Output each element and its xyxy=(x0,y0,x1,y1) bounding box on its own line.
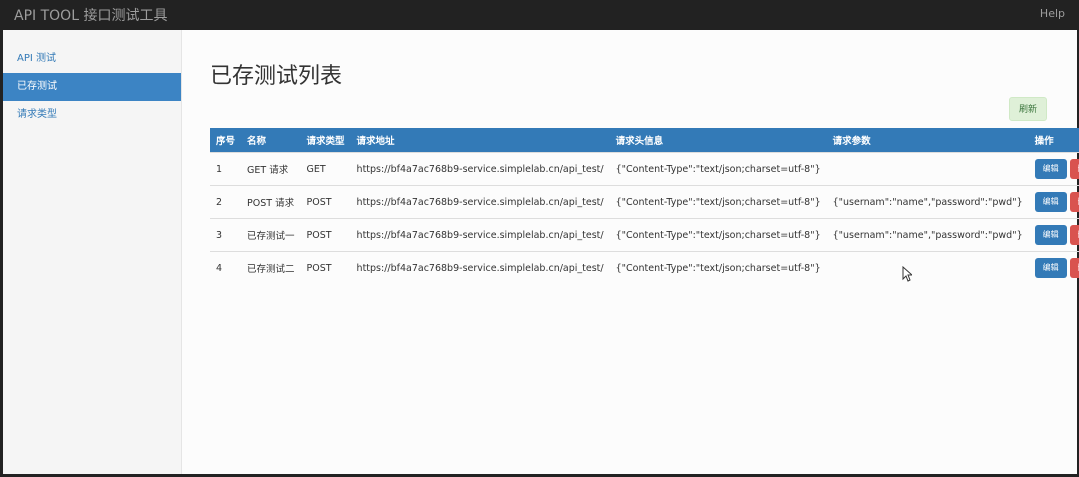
sidebar: API 测试 已存测试 请求类型 xyxy=(3,30,182,474)
col-url-header: 请求地址 xyxy=(350,128,610,153)
row-params: {"usernam":"name","password":"pwd"} xyxy=(826,218,1029,252)
row-name: POST 请求 xyxy=(241,185,301,219)
row-params xyxy=(826,152,1029,186)
row-actions: 编辑删除 xyxy=(1028,185,1079,219)
sidebar-item-api-test[interactable]: API 测试 xyxy=(3,45,181,73)
mouse-cursor-icon xyxy=(902,266,912,282)
col-actions-header: 操作 xyxy=(1028,128,1079,153)
row-url: https://bf4a7ac768b9-service.simplelab.c… xyxy=(350,251,610,285)
row-index: 3 xyxy=(210,218,242,252)
col-name-header: 名称 xyxy=(241,128,301,153)
row-headers: {"Content-Type":"text/json;charset=utf-8… xyxy=(609,251,827,285)
saved-tests-table: 序号 名称 请求类型 请求地址 请求头信息 请求参数 操作 1 GET 请求 G… xyxy=(210,128,1079,285)
col-headers-header: 请求头信息 xyxy=(609,128,827,153)
page-title: 已存测试列表 xyxy=(210,64,343,89)
row-method: POST xyxy=(300,218,351,252)
row-index: 1 xyxy=(210,152,242,186)
table-row: 4 已存测试二 POST https://bf4a7ac768b9-servic… xyxy=(210,251,1079,285)
sidebar-item-saved-tests[interactable]: 已存测试 xyxy=(3,73,181,101)
row-method: POST xyxy=(300,185,351,219)
table-row: 2 POST 请求 POST https://bf4a7ac768b9-serv… xyxy=(210,185,1079,219)
row-method: POST xyxy=(300,251,351,285)
row-params xyxy=(826,251,1029,285)
row-actions: 编辑删除 xyxy=(1028,152,1079,186)
delete-button[interactable]: 删除 xyxy=(1069,225,1079,245)
delete-button[interactable]: 删除 xyxy=(1069,258,1079,279)
delete-button[interactable]: 删除 xyxy=(1069,192,1079,212)
top-navbar: API TOOL 接口测试工具 Help xyxy=(0,0,1079,30)
help-link[interactable]: Help xyxy=(1040,7,1065,20)
edit-button[interactable]: 编辑 xyxy=(1034,159,1067,179)
row-name: GET 请求 xyxy=(241,152,301,186)
row-index: 4 xyxy=(210,251,242,285)
table-row: 3 已存测试一 POST https://bf4a7ac768b9-servic… xyxy=(210,218,1079,252)
table-row: 1 GET 请求 GET https://bf4a7ac768b9-servic… xyxy=(210,152,1079,186)
content-area: API 测试 已存测试 请求类型 已存测试列表 刷新 序号 名称 请求类型 请求… xyxy=(3,30,1079,474)
delete-button[interactable]: 删除 xyxy=(1069,159,1079,179)
sidebar-item-request-types[interactable]: 请求类型 xyxy=(3,101,181,129)
row-index: 2 xyxy=(210,185,242,219)
row-url: https://bf4a7ac768b9-service.simplelab.c… xyxy=(350,218,610,252)
row-name: 已存测试二 xyxy=(241,251,301,285)
row-headers: {"Content-Type":"text/json;charset=utf-8… xyxy=(609,152,827,186)
row-method: GET xyxy=(300,152,351,186)
row-params: {"usernam":"name","password":"pwd"} xyxy=(826,185,1029,219)
col-params-header: 请求参数 xyxy=(826,128,1029,153)
row-actions: 编辑删除 xyxy=(1028,251,1079,285)
row-headers: {"Content-Type":"text/json;charset=utf-8… xyxy=(609,185,827,219)
window-frame: API TOOL 接口测试工具 Help API 测试 已存测试 请求类型 已存… xyxy=(0,0,1079,477)
edit-button[interactable]: 编辑 xyxy=(1034,258,1067,279)
row-url: https://bf4a7ac768b9-service.simplelab.c… xyxy=(350,185,610,219)
row-actions: 编辑删除 xyxy=(1028,218,1079,252)
edit-button[interactable]: 编辑 xyxy=(1034,225,1067,245)
col-index-header: 序号 xyxy=(210,128,242,153)
table-header-row: 序号 名称 请求类型 请求地址 请求头信息 请求参数 操作 xyxy=(210,128,1079,153)
col-method-header: 请求类型 xyxy=(300,128,351,153)
row-url: https://bf4a7ac768b9-service.simplelab.c… xyxy=(350,152,610,186)
row-name: 已存测试一 xyxy=(241,218,301,252)
edit-button[interactable]: 编辑 xyxy=(1034,192,1067,212)
main-panel: 已存测试列表 刷新 序号 名称 请求类型 请求地址 请求头信息 请求参数 操作 xyxy=(182,30,1079,474)
refresh-button[interactable]: 刷新 xyxy=(1009,97,1047,121)
app-title[interactable]: API TOOL 接口测试工具 xyxy=(14,5,167,25)
row-headers: {"Content-Type":"text/json;charset=utf-8… xyxy=(609,218,827,252)
